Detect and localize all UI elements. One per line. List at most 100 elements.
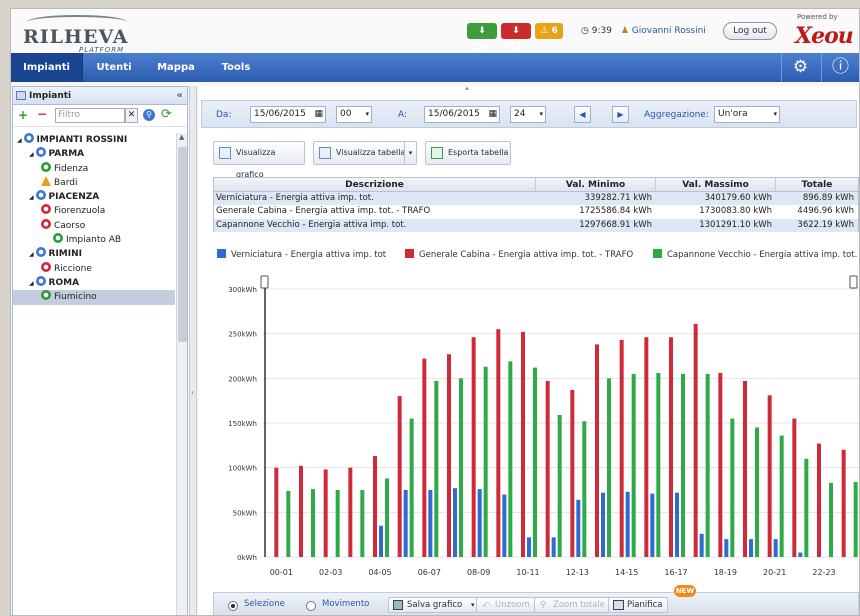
bar[interactable] (631, 373, 636, 557)
bar[interactable] (743, 381, 747, 557)
panel-splitter[interactable]: ‹ (189, 86, 197, 615)
bar[interactable] (607, 378, 611, 557)
bar[interactable] (767, 395, 772, 557)
bar[interactable] (804, 458, 809, 557)
bar[interactable] (656, 372, 661, 557)
bar[interactable] (483, 366, 488, 557)
bar[interactable] (755, 427, 759, 557)
legend-label[interactable]: Capannone Vecchio - Energia attiva imp. … (667, 250, 857, 260)
calendar-icon[interactable]: ▦ (314, 107, 323, 122)
bar[interactable] (453, 488, 457, 557)
bar[interactable] (650, 493, 655, 557)
app-logo[interactable]: RILHEVA PLATFORM (21, 15, 131, 54)
expand-toggle-icon[interactable]: ◢ (29, 151, 36, 158)
bar[interactable] (570, 389, 575, 557)
to-hour-select[interactable]: 24 ▾ (510, 106, 546, 123)
bar[interactable] (693, 323, 698, 557)
bar[interactable] (471, 337, 476, 557)
nav-tab-tools[interactable]: Tools (207, 53, 265, 82)
show-chart-button[interactable]: Visualizza grafico (213, 141, 305, 179)
bar[interactable] (669, 337, 673, 557)
scrollbar-thumb[interactable] (178, 147, 187, 342)
tree-node[interactable]: ◢ PARMA (13, 147, 175, 161)
bar[interactable] (699, 533, 704, 557)
save-chart-button[interactable]: Salva grafico ▾ (388, 597, 480, 613)
bar[interactable] (718, 372, 723, 557)
tree-node[interactable]: ◢ RIMINI (13, 247, 175, 261)
zoom-total-button[interactable]: ⚲ Zoom totale (534, 597, 610, 613)
bar[interactable] (521, 331, 525, 557)
chevron-down-icon[interactable]: ▾ (773, 107, 777, 122)
bar[interactable] (798, 552, 803, 557)
collapse-header-icon[interactable]: ▴ (459, 85, 475, 92)
unzoom-button[interactable]: ⤺ Unzoom (476, 597, 535, 613)
column-header-min[interactable]: Val. Minimo (536, 178, 656, 192)
refresh-icon[interactable]: ⟳ (161, 107, 172, 122)
bar[interactable] (434, 381, 439, 557)
user-name[interactable]: Giovanni Rossini (632, 26, 706, 36)
bar[interactable] (335, 490, 340, 557)
bar[interactable] (625, 491, 630, 557)
bar[interactable] (379, 525, 383, 557)
expand-toggle-icon[interactable]: ◢ (29, 280, 36, 287)
tree-node[interactable]: ◢ PIACENZA (13, 190, 175, 204)
bar[interactable] (792, 418, 797, 557)
bar[interactable] (724, 539, 729, 557)
bar[interactable] (576, 499, 581, 557)
tree-node[interactable]: Caorso (13, 218, 175, 233)
badge-alarm-count[interactable]: ⬇ 12 (501, 23, 531, 52)
nav-tab-impianti[interactable]: Impianti (11, 53, 83, 82)
legend-swatch[interactable] (405, 249, 414, 258)
schedule-button[interactable]: Pianifica (608, 597, 668, 613)
export-table-button[interactable]: Esporta tabella (425, 141, 511, 165)
bar[interactable] (681, 373, 685, 557)
chevron-down-icon[interactable]: ▾ (471, 601, 475, 609)
bar[interactable] (779, 435, 784, 557)
previous-period-button[interactable]: ◀ (574, 106, 591, 123)
bar[interactable] (496, 329, 501, 557)
bar[interactable] (360, 490, 365, 557)
bar[interactable] (545, 381, 550, 557)
bar[interactable] (422, 358, 427, 557)
nav-tab-utenti[interactable]: Utenti (83, 53, 145, 82)
movement-radio[interactable] (306, 601, 316, 611)
energy-bar-chart[interactable]: Verniciatura - Energia attiva imp. tot Ge… (213, 246, 859, 591)
table-row[interactable]: Generale Cabina - Energia attiva imp. to… (214, 205, 858, 218)
table-row[interactable]: Capannone Vecchio - Energia attiva imp. … (214, 218, 858, 232)
tree-node[interactable]: Riccione (13, 261, 175, 276)
bar[interactable] (601, 492, 605, 557)
bar[interactable] (447, 354, 451, 557)
to-date-input[interactable]: 15/06/2015 ▦ (424, 106, 500, 123)
column-header-max[interactable]: Val. Massimo (656, 178, 776, 192)
chevron-down-icon[interactable]: ▾ (539, 107, 543, 122)
bar[interactable] (286, 490, 291, 557)
bar[interactable] (502, 494, 507, 557)
nav-tab-mappa[interactable]: Mappa (145, 53, 207, 82)
bar[interactable] (428, 490, 433, 557)
tree-node[interactable]: Fiorenzuola (13, 204, 175, 218)
clear-filter-icon[interactable]: ✕ (125, 108, 138, 123)
bar[interactable] (311, 489, 315, 557)
add-icon[interactable]: + (18, 108, 28, 122)
bar[interactable] (730, 418, 735, 557)
bar[interactable] (299, 465, 303, 557)
aggregation-select[interactable]: Un'ora ▾ (714, 106, 780, 123)
table-row[interactable]: Verniciatura - Energia attiva imp. tot. 3… (214, 192, 858, 206)
bar[interactable] (477, 489, 482, 557)
bar[interactable] (403, 490, 408, 557)
column-header-total[interactable]: Totale (776, 178, 858, 192)
logout-button[interactable]: Log out (723, 22, 777, 40)
bar[interactable] (595, 344, 599, 557)
selection-radio[interactable] (228, 601, 238, 611)
expand-toggle-icon[interactable]: ◢ (17, 137, 24, 144)
calendar-icon[interactable]: ▦ (488, 107, 497, 122)
bar[interactable] (385, 478, 389, 557)
tree-node[interactable]: Fidenza (13, 161, 175, 176)
search-icon[interactable]: ⚲ (143, 109, 155, 121)
bar[interactable] (841, 449, 846, 557)
chevron-down-icon[interactable]: ▾ (365, 107, 369, 122)
bar[interactable] (373, 456, 377, 557)
bar[interactable] (274, 467, 279, 557)
legend-label[interactable]: Generale Cabina - Energia attiva imp. to… (419, 250, 634, 260)
bar[interactable] (527, 537, 531, 557)
